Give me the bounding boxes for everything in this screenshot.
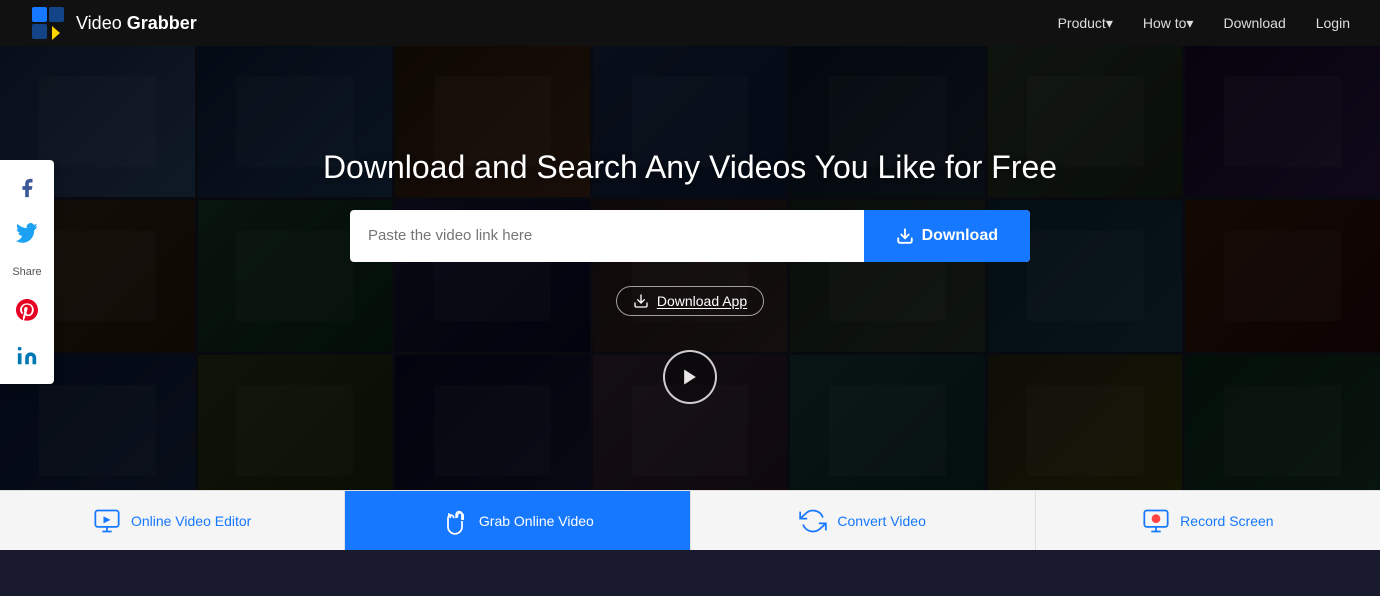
nav-product[interactable]: Product▾ [1058, 15, 1113, 32]
play-icon [680, 367, 700, 387]
facebook-icon[interactable] [13, 174, 41, 202]
play-video-button[interactable] [663, 350, 717, 404]
convert-video-icon [799, 507, 827, 535]
tab-record-screen[interactable]: Record Screen [1036, 491, 1380, 550]
nav-download[interactable]: Download [1223, 15, 1285, 31]
grab-online-icon [441, 507, 469, 535]
download-app-label: Download App [657, 293, 747, 309]
logo[interactable]: Video Grabber [30, 5, 197, 41]
logo-icon [30, 5, 66, 41]
tab-grab-online-video[interactable]: Grab Online Video [345, 491, 690, 550]
navbar-links: Product▾ How to▾ Download Login [1058, 15, 1350, 32]
hero-content: Download and Search Any Videos You Like … [0, 149, 1380, 404]
download-video-button[interactable]: Download [864, 210, 1030, 262]
linkedin-icon[interactable] [13, 342, 41, 370]
tab-convert-label: Convert Video [837, 513, 925, 529]
tab-convert-video[interactable]: Convert Video [691, 491, 1036, 550]
share-label: Share [12, 266, 41, 278]
download-app-link[interactable]: Download App [616, 286, 764, 316]
pinterest-icon[interactable] [13, 296, 41, 324]
hero-title: Download and Search Any Videos You Like … [323, 149, 1057, 186]
tab-online-video-editor[interactable]: Online Video Editor [0, 491, 345, 550]
video-url-input[interactable] [350, 210, 864, 262]
nav-login[interactable]: Login [1316, 15, 1350, 31]
tab-record-label: Record Screen [1180, 513, 1273, 529]
hero-section: Download and Search Any Videos You Like … [0, 46, 1380, 506]
tab-grab-online-label: Grab Online Video [479, 513, 594, 529]
search-bar: Download [350, 210, 1030, 262]
social-sidebar: Share [0, 160, 54, 384]
download-app-icon [633, 293, 649, 309]
footer-tabs: Online Video Editor Grab Online Video Co… [0, 490, 1380, 550]
online-video-editor-icon [93, 507, 121, 535]
twitter-icon[interactable] [13, 220, 41, 248]
nav-howto[interactable]: How to▾ [1143, 15, 1194, 32]
logo-text: Video Grabber [76, 13, 197, 34]
download-icon [896, 227, 914, 245]
navbar: Video Grabber Product▾ How to▾ Download … [0, 0, 1380, 46]
tab-video-editor-label: Online Video Editor [131, 513, 251, 529]
record-screen-icon [1142, 507, 1170, 535]
